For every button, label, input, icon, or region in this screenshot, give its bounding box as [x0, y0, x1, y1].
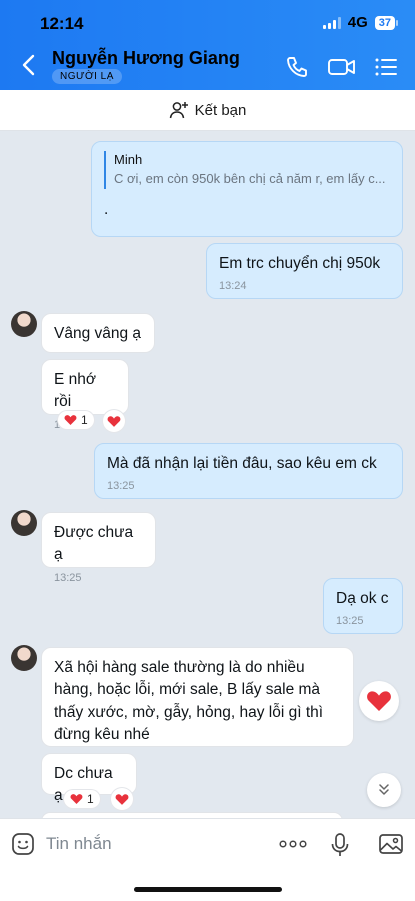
- message-input[interactable]: Tin nhắn: [46, 834, 112, 854]
- back-arrow-icon[interactable]: [14, 50, 44, 80]
- menu-list-icon[interactable]: [373, 54, 399, 80]
- network-type: 4G: [347, 14, 368, 31]
- message-bubble-sent[interactable]: Mà đã nhận lại tiền đâu, sao kêu em ck 1…: [94, 443, 403, 499]
- quote-author: Minh: [114, 152, 143, 167]
- phone-call-icon[interactable]: [284, 54, 310, 80]
- video-call-icon[interactable]: [327, 54, 357, 80]
- message-time: 13:24: [219, 280, 247, 293]
- reaction-summary[interactable]: 1: [64, 790, 100, 808]
- message-text: Em trc chuyển chị 950k: [219, 255, 381, 272]
- stranger-badge: NGƯỜI LẠ: [52, 69, 122, 84]
- react-heart-button[interactable]: [103, 410, 125, 432]
- reaction-count: 1: [81, 413, 88, 427]
- message-text: Vâng vâng ạ: [54, 325, 142, 342]
- heart-icon: [107, 415, 121, 427]
- message-text: Mà đã nhận lại tiền đâu, sao kêu em ck: [107, 455, 377, 472]
- message-bubble-sent[interactable]: Minh C ơi, em còn 950k bên chị cả năm r,…: [91, 141, 403, 237]
- microphone-icon[interactable]: [330, 832, 350, 858]
- add-person-icon: [169, 102, 188, 119]
- message-text: .: [104, 200, 109, 218]
- contact-avatar[interactable]: [11, 510, 37, 536]
- reaction-count: 1: [87, 792, 94, 806]
- sticker-icon[interactable]: [11, 832, 35, 856]
- more-options-icon[interactable]: [278, 834, 308, 854]
- contact-avatar[interactable]: [11, 645, 37, 671]
- message-bubble-sent[interactable]: Em trc chuyển chị 950k 13:24: [206, 243, 403, 299]
- message-text: Dạ ok c: [336, 590, 389, 607]
- signal-icon: [322, 16, 341, 29]
- battery-icon: 37: [374, 15, 399, 30]
- status-time: 12:14: [40, 14, 84, 33]
- heart-icon: [64, 415, 77, 425]
- message-time: 13:25: [107, 480, 135, 493]
- message-time: 13:25: [336, 615, 364, 628]
- message-bubble-received[interactable]: E nhớ rồi 13:25: [41, 359, 129, 431]
- heart-icon: [115, 793, 129, 805]
- scroll-to-bottom-button[interactable]: [367, 773, 401, 807]
- image-gallery-icon[interactable]: [378, 832, 404, 856]
- message-text: Được chưa ạ: [54, 524, 134, 564]
- heart-icon: [70, 794, 83, 804]
- message-bubble-received[interactable]: Xã hội hàng sale thường là do nhiều hàng…: [41, 647, 354, 747]
- home-indicator: [134, 887, 282, 892]
- message-text: E nhớ rồi: [54, 371, 97, 411]
- heart-icon: [367, 691, 391, 711]
- message-bubble-received[interactable]: Vâng vâng ạ: [41, 313, 155, 353]
- message-bubble-received[interactable]: Được chưa ạ 13:25: [41, 512, 156, 584]
- react-heart-button[interactable]: [359, 681, 399, 721]
- message-bubble-sent[interactable]: Dạ ok c 13:25: [323, 578, 403, 634]
- chevron-double-down-icon: [379, 784, 389, 795]
- message-text: Xã hội hàng sale thường là do nhiều hàng…: [54, 659, 324, 744]
- react-heart-button[interactable]: [111, 788, 133, 810]
- reaction-summary[interactable]: 1: [58, 411, 94, 429]
- status-indicators: 4G 37: [322, 14, 399, 31]
- add-friend-label: Kết bạn: [194, 101, 247, 119]
- quoted-message[interactable]: Minh C ơi, em còn 950k bên chị cả năm r,…: [104, 151, 390, 189]
- message-time: 13:25: [54, 571, 82, 584]
- quote-text: C ơi, em còn 950k bên chị cả năm r, em l…: [114, 170, 386, 186]
- add-friend-button[interactable]: Kết bạn: [0, 90, 415, 131]
- contact-name[interactable]: Nguyễn Hương Giang: [52, 48, 240, 69]
- contact-avatar[interactable]: [11, 311, 37, 337]
